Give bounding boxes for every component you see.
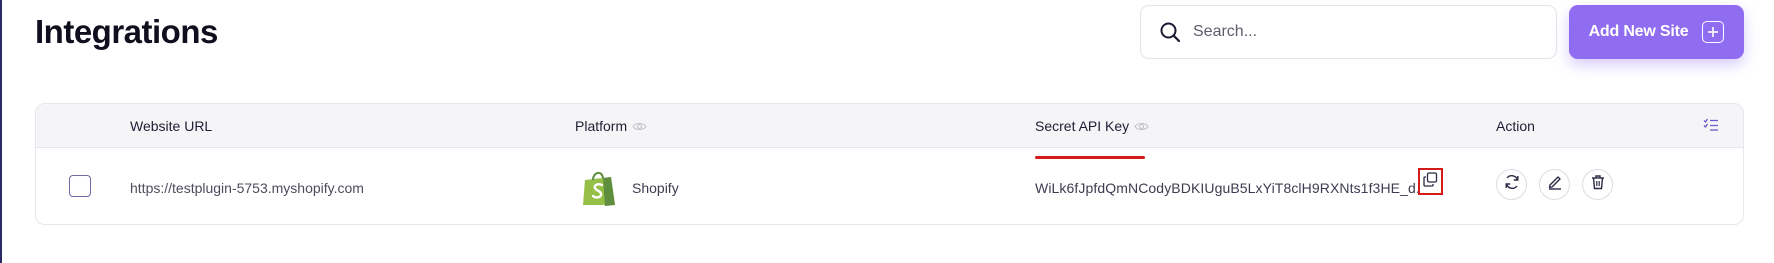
copy-key-button[interactable]	[1418, 168, 1443, 195]
delete-button[interactable]	[1582, 169, 1613, 200]
column-header-label: Action	[1496, 118, 1535, 134]
website-url-cell: https://testplugin-5753.myshopify.com	[130, 179, 364, 196]
refresh-icon	[1504, 174, 1520, 195]
search-box[interactable]	[1140, 5, 1557, 59]
table-header: Website URL Platform Secret API Key Acti…	[36, 104, 1743, 159]
app-frame: Integrations Add New Site Website URL Pl…	[0, 0, 1774, 263]
page-title: Integrations	[35, 13, 218, 50]
search-input[interactable]	[1193, 23, 1556, 41]
plus-icon	[1702, 21, 1725, 43]
shopify-logo	[580, 168, 618, 208]
column-header-label: Website URL	[130, 118, 213, 134]
eye-icon[interactable]	[1134, 121, 1149, 132]
column-header-platform: Platform	[575, 104, 647, 148]
edit-button[interactable]	[1539, 169, 1570, 200]
table-row: https://testplugin-5753.myshopify.com Sh…	[36, 149, 1743, 224]
refresh-button[interactable]	[1496, 169, 1527, 200]
secret-api-key-cell: WiLk6fJpfdQmNCodyBDKIUguB5LxYiT8clH9RXNt…	[1035, 149, 1428, 224]
secret-api-key-value: WiLk6fJpfdQmNCodyBDKIUguB5LxYiT8clH9RXNt…	[1035, 179, 1428, 196]
column-header-website-url: Website URL	[130, 104, 212, 148]
column-header-label: Platform	[575, 118, 628, 134]
column-header-label: Secret API Key	[1035, 118, 1130, 134]
trash-icon	[1590, 174, 1606, 195]
edit-icon	[1547, 174, 1563, 195]
add-new-site-button[interactable]: Add New Site	[1569, 5, 1744, 59]
integrations-table: Website URL Platform Secret API Key Acti…	[35, 103, 1744, 225]
add-new-site-label: Add New Site	[1588, 23, 1689, 40]
row-checkbox[interactable]	[69, 175, 91, 197]
column-header-secret-api-key: Secret API Key	[1035, 104, 1149, 159]
columns-icon[interactable]	[1703, 118, 1719, 137]
platform-cell: Shopify	[580, 149, 679, 224]
search-icon	[1157, 19, 1183, 45]
eye-icon[interactable]	[632, 121, 647, 132]
column-header-action: Action	[1496, 104, 1535, 148]
copy-icon	[1423, 171, 1438, 192]
platform-name: Shopify	[632, 179, 679, 196]
